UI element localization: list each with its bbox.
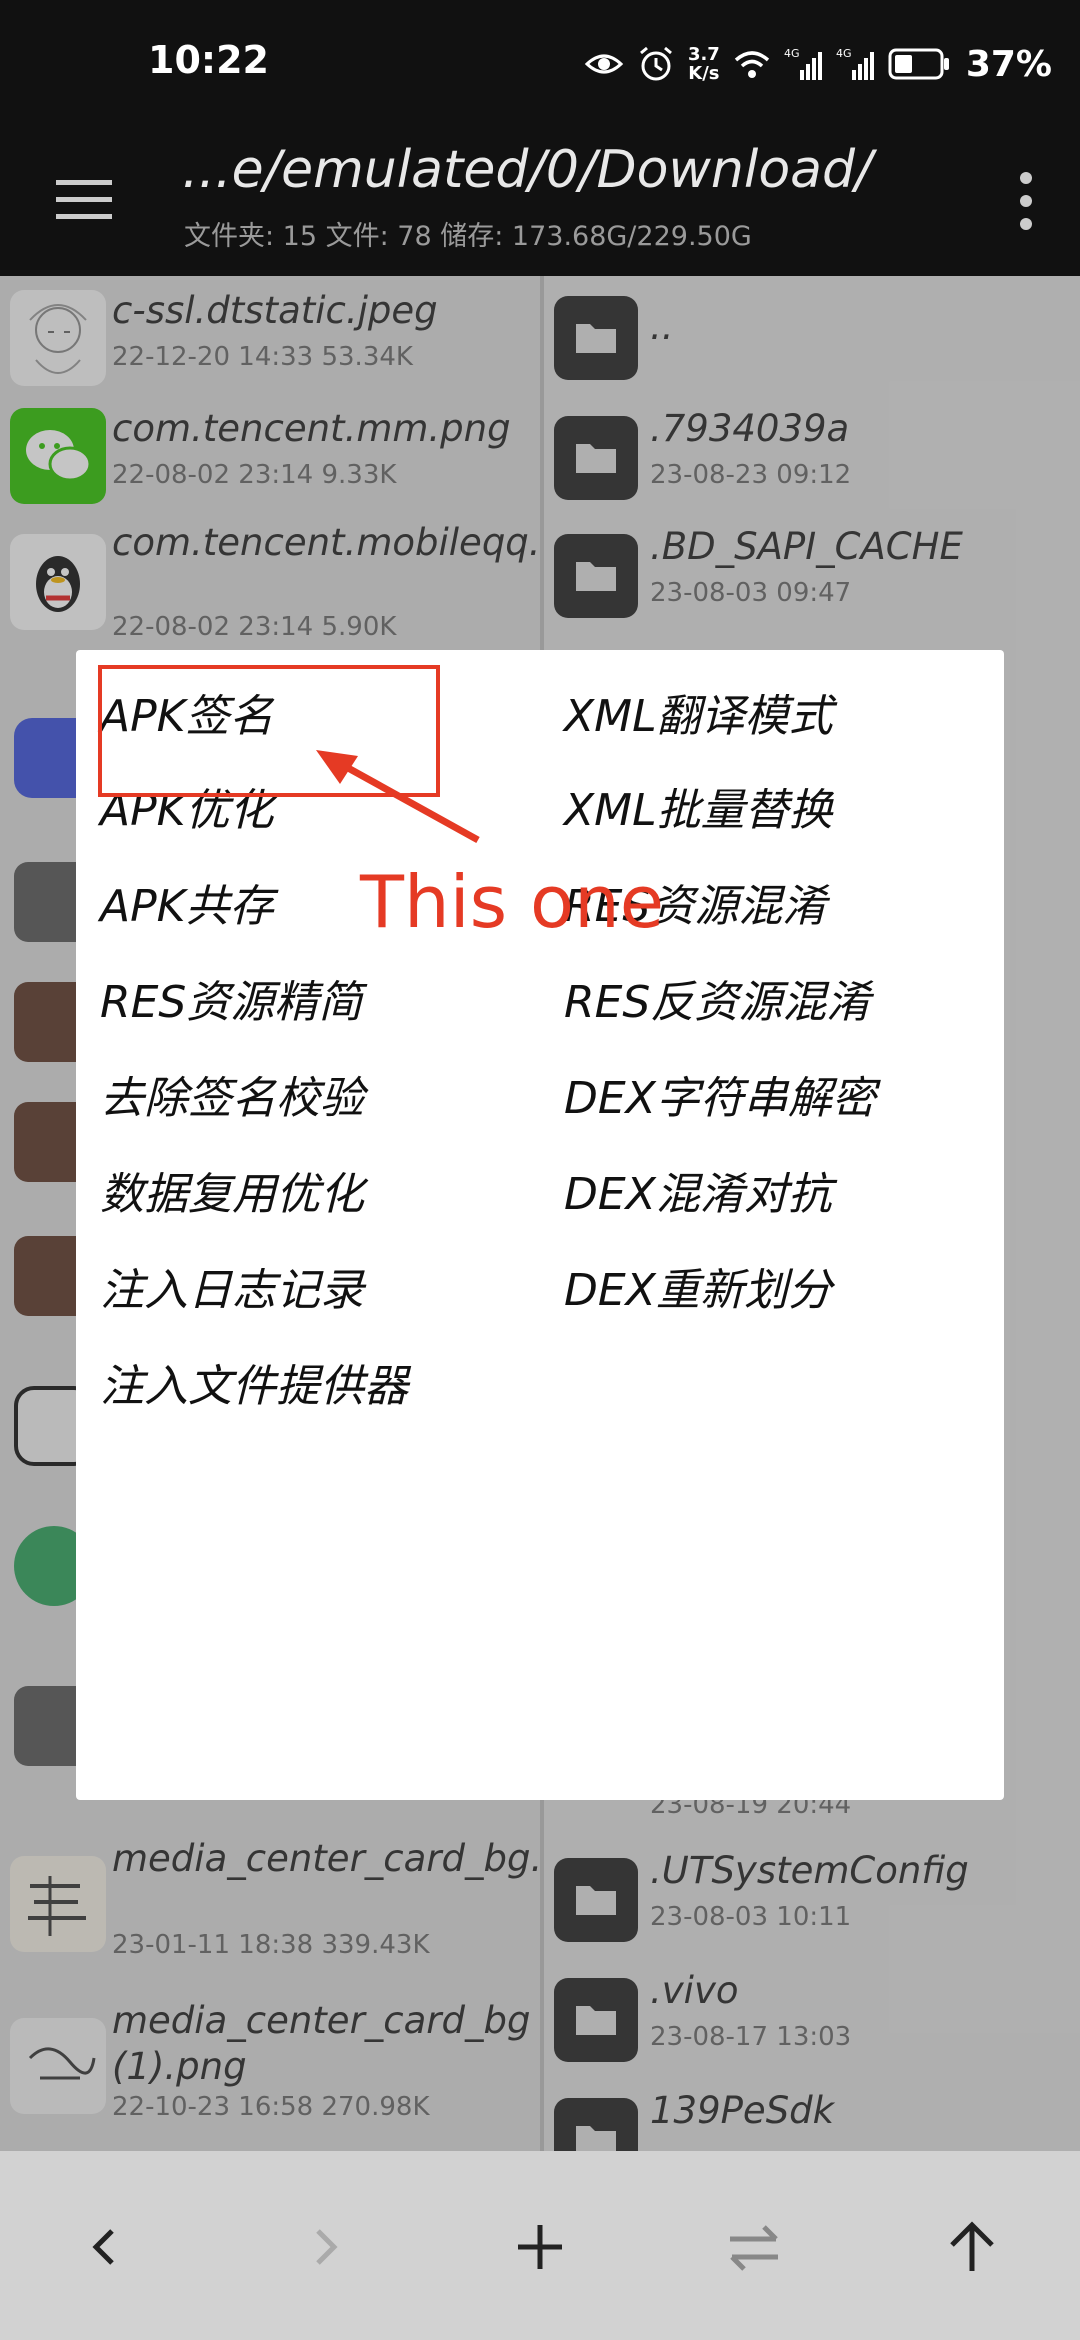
eye-icon xyxy=(584,54,624,74)
add-icon[interactable] xyxy=(500,2207,580,2287)
option-dex-string-decrypt[interactable]: DEX字符串解密 xyxy=(564,1062,876,1126)
status-icons: 3.7 K/s 4G 4G 37% xyxy=(584,36,1052,92)
svg-text:4G: 4G xyxy=(784,47,800,60)
option-apk-coexist[interactable]: APK共存 xyxy=(100,870,274,934)
speed-value: 3.7 xyxy=(687,44,720,65)
option-xml-batch-replace[interactable]: XML批量替换 xyxy=(564,774,833,838)
current-path[interactable]: ...e/emulated/0/Download/ xyxy=(182,140,873,200)
option-res-simplify[interactable]: RES资源精简 xyxy=(100,966,362,1030)
signal-4g-icon: 4G xyxy=(784,47,822,80)
option-data-reuse-optimize[interactable]: 数据复用优化 xyxy=(100,1158,364,1222)
option-inject-log[interactable]: 注入日志记录 xyxy=(100,1254,364,1318)
battery-icon xyxy=(888,48,949,80)
option-xml-translate[interactable]: XML翻译模式 xyxy=(564,680,833,744)
svg-text:4G: 4G xyxy=(836,47,852,60)
storage-info: 文件夹: 15 文件: 78 储存: 173.68G/229.50G xyxy=(184,221,752,252)
wifi-icon xyxy=(734,51,769,78)
toolbar: ...e/emulated/0/Download/ 文件夹: 15 文件: 78… xyxy=(0,130,1080,276)
back-icon[interactable] xyxy=(66,2207,146,2287)
status-time: 10:22 xyxy=(148,38,269,82)
tools-dialog: APK签名 APK优化 APK共存 RES资源精简 去除签名校验 数据复用优化 … xyxy=(76,650,1004,1800)
bottom-nav-bar xyxy=(0,2151,1080,2340)
option-res-deobfuscate[interactable]: RES反资源混淆 xyxy=(564,966,870,1030)
option-dex-anti-obfuscation[interactable]: DEX混淆对抗 xyxy=(564,1158,832,1222)
option-dex-repartition[interactable]: DEX重新划分 xyxy=(564,1254,832,1318)
annotation-arrow-icon xyxy=(316,750,480,844)
option-remove-sign-check[interactable]: 去除签名校验 xyxy=(100,1062,364,1126)
forward-icon[interactable] xyxy=(284,2207,364,2287)
hamburger-menu-icon[interactable] xyxy=(52,168,116,232)
speed-unit: K/s xyxy=(688,63,720,84)
more-options-icon[interactable] xyxy=(1006,164,1046,238)
status-bar: 10:22 3.7 K/s 4G 4G 37% xyxy=(0,0,1080,130)
annotation-label: This one xyxy=(360,860,664,944)
option-inject-file-provider[interactable]: 注入文件提供器 xyxy=(100,1350,408,1414)
signal-4g-icon: 4G xyxy=(836,47,874,80)
battery-percent: 37% xyxy=(965,43,1052,85)
network-speed: 3.7 K/s xyxy=(688,45,720,83)
alarm-icon xyxy=(639,46,672,81)
up-icon[interactable] xyxy=(932,2207,1012,2287)
swap-icon[interactable] xyxy=(714,2207,794,2287)
